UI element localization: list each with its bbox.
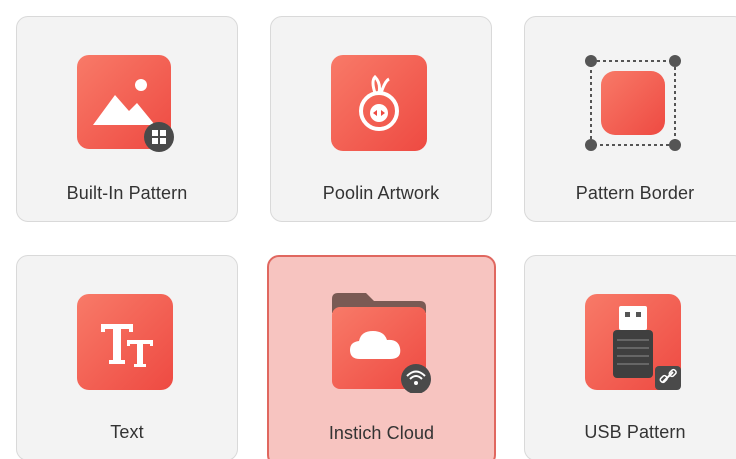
pattern-border-tile[interactable]: Pattern Border: [524, 16, 736, 222]
tile-label: Text: [110, 422, 144, 442]
instich-cloud-tile[interactable]: Instich Cloud: [267, 255, 496, 459]
windows-icon: [144, 122, 174, 152]
image-icon: [77, 55, 177, 155]
tile-label: Poolin Artwork: [322, 183, 440, 203]
text-tile[interactable]: Text: [16, 255, 238, 459]
pattern-source-grid: Built-In Pattern Poolin Artwork Pattern …: [0, 0, 736, 459]
wifi-icon: [400, 364, 431, 394]
link-icon: [655, 366, 681, 390]
poolin-logo-icon: [331, 55, 431, 155]
poolin-artwork-tile[interactable]: Poolin Artwork: [270, 16, 492, 222]
usb-pattern-tile[interactable]: USB Pattern: [524, 255, 736, 459]
tile-label: USB Pattern: [584, 422, 686, 442]
usb-drive-icon: [585, 294, 685, 394]
tile-label: Instich Cloud: [328, 423, 435, 443]
tile-label: Built-In Pattern: [66, 183, 188, 203]
pattern-border-icon: [585, 55, 685, 155]
built-in-pattern-tile[interactable]: Built-In Pattern: [16, 16, 238, 222]
text-icon: [77, 294, 177, 394]
cloud-folder-icon: [331, 293, 432, 394]
tile-label: Pattern Border: [575, 183, 695, 203]
